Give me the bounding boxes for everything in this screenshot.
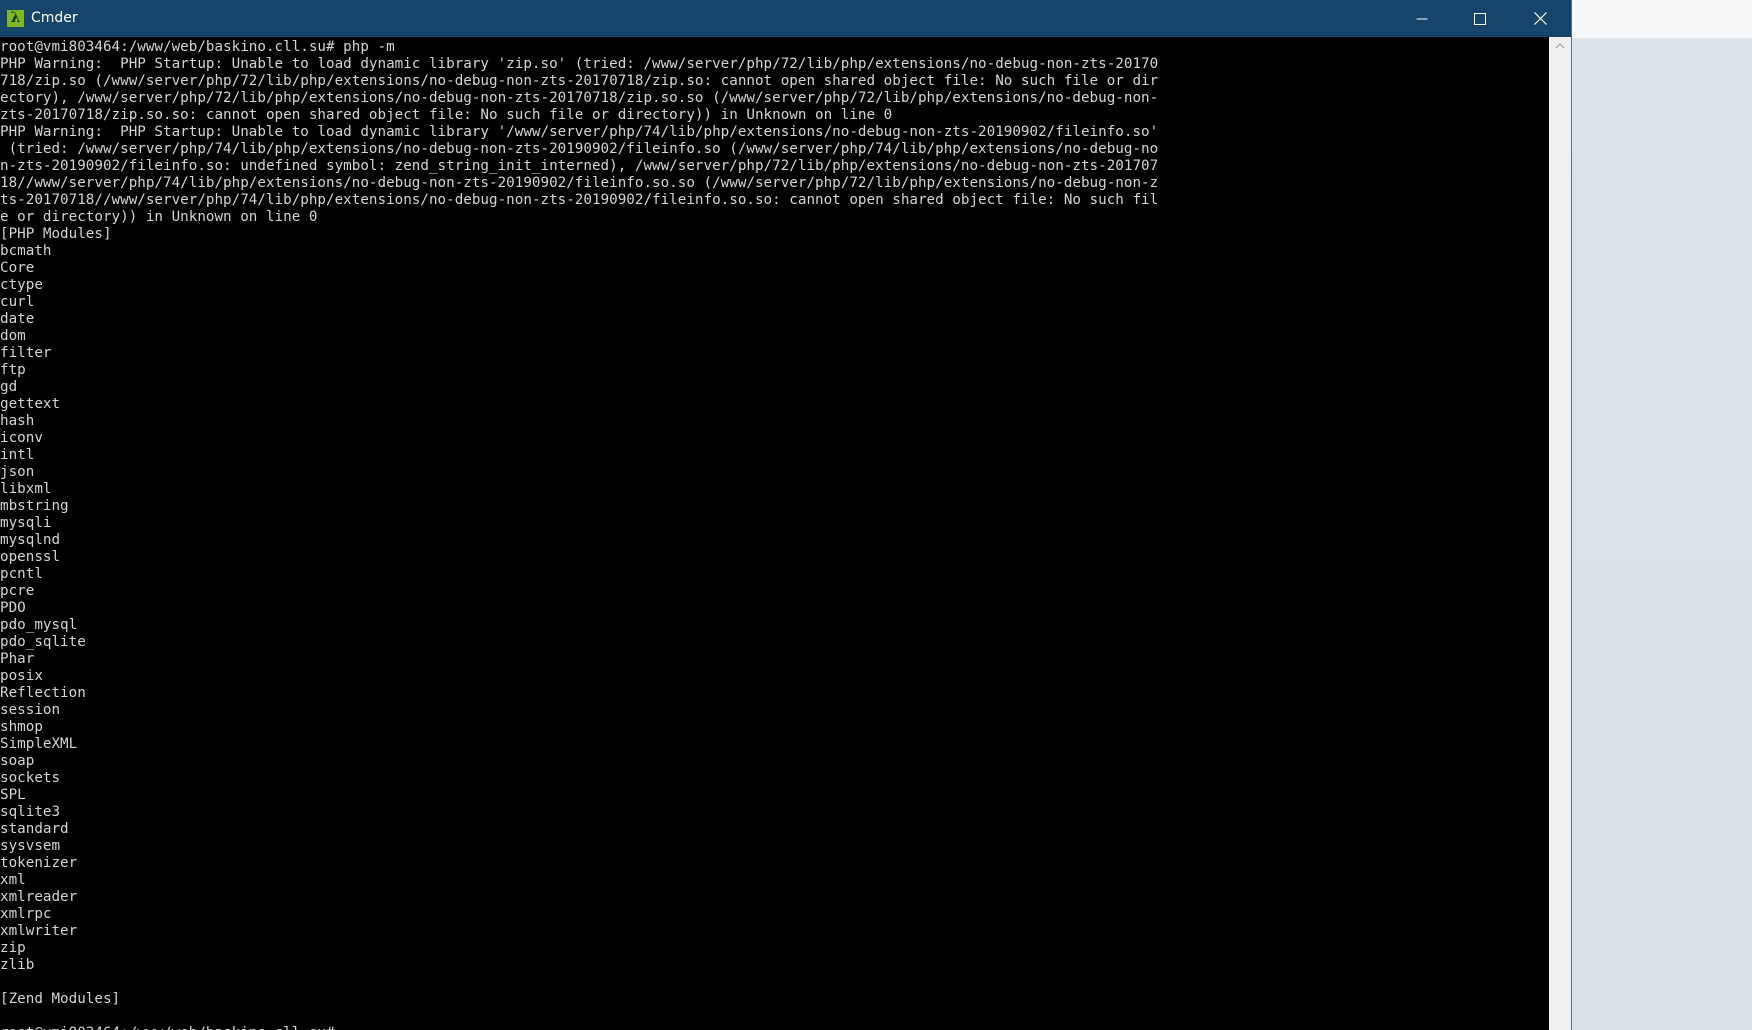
console-line: 718/zip.so (/www/server/php/72/lib/php/e… <box>0 73 1159 89</box>
console-line: root@vmi803464:/www/web/baskino.cll.su# <box>0 1025 335 1030</box>
console-line: zts-20170718/zip.so.so: cannot open shar… <box>0 107 893 123</box>
console-line: 18//www/server/php/74/lib/php/extensions… <box>0 175 1159 191</box>
console-line: Phar <box>0 651 35 667</box>
console-line: ctype <box>0 277 43 293</box>
console-line: xmlreader <box>0 889 78 905</box>
console-line: sysvsem <box>0 838 61 854</box>
console-line: filter <box>0 345 52 361</box>
vertical-scrollbar[interactable] <box>1549 37 1571 1030</box>
console-line: gettext <box>0 396 61 412</box>
minimize-button[interactable] <box>1393 0 1451 37</box>
console-line: dom <box>0 328 26 344</box>
console-line: pdo_sqlite <box>0 634 86 650</box>
console-line: mysqlnd <box>0 532 61 548</box>
console-line: n-zts-20190902/fileinfo.so: undefined sy… <box>0 158 1159 174</box>
console-line: tokenizer <box>0 855 78 871</box>
console-line: soap <box>0 753 35 769</box>
console-line: xml <box>0 872 26 888</box>
cmder-window: λ Cmder root@vmi803464:/www/web/baskino.… <box>0 0 1571 1030</box>
console-line: hash <box>0 413 35 429</box>
console-line: Reflection <box>0 685 86 701</box>
console-line: intl <box>0 447 35 463</box>
console-line: iconv <box>0 430 43 446</box>
console-line: openssl <box>0 549 61 565</box>
console-line: date <box>0 311 35 327</box>
console-line: curl <box>0 294 35 310</box>
console-line: ftp <box>0 362 26 378</box>
console-line: zip <box>0 940 26 956</box>
console-line: PHP Warning: PHP Startup: Unable to load… <box>0 124 1159 140</box>
lambda-icon: λ <box>7 10 24 27</box>
console-line: (tried: /www/server/php/74/lib/php/exten… <box>0 141 1159 157</box>
console-line: e or directory)) in Unknown on line 0 <box>0 209 318 225</box>
console-line: mbstring <box>0 498 69 514</box>
scroll-up-button[interactable] <box>1549 37 1571 55</box>
console-line: PHP Warning: PHP Startup: Unable to load… <box>0 56 1159 72</box>
console-line: SimpleXML <box>0 736 78 752</box>
console-output[interactable]: root@vmi803464:/www/web/baskino.cll.su# … <box>0 37 1549 1030</box>
console-text: root@vmi803464:/www/web/baskino.cll.su# … <box>0 37 1549 1030</box>
maximize-button[interactable] <box>1451 0 1509 37</box>
console-line: mysqli <box>0 515 52 531</box>
console-line: root@vmi803464:/www/web/baskino.cll.su# … <box>0 39 395 55</box>
console-line: xmlwriter <box>0 923 78 939</box>
console-line: sqlite3 <box>0 804 61 820</box>
console-line: pdo_mysql <box>0 617 78 633</box>
title-bar[interactable]: λ Cmder <box>0 0 1571 37</box>
console-line: [Zend Modules] <box>0 991 121 1007</box>
scroll-up-icon <box>1555 43 1565 49</box>
console-line: ts-20170718//www/server/php/74/lib/php/e… <box>0 192 1159 208</box>
window-title: Cmder <box>31 10 78 26</box>
close-icon <box>1534 12 1547 25</box>
console-line: SPL <box>0 787 26 803</box>
console-line: session <box>0 702 61 718</box>
maximize-icon <box>1474 12 1486 25</box>
desktop-background <box>1571 0 1752 1030</box>
console-line: bcmath <box>0 243 52 259</box>
console-line: Core <box>0 260 35 276</box>
console-line: pcre <box>0 583 35 599</box>
console-line: libxml <box>0 481 52 497</box>
console-line: standard <box>0 821 69 837</box>
console-line: xmlrpc <box>0 906 52 922</box>
background-window-strip <box>1571 0 1752 39</box>
close-button[interactable] <box>1510 0 1571 37</box>
minimize-icon <box>1416 18 1428 19</box>
console-line: ectory), /www/server/php/72/lib/php/exte… <box>0 90 1159 106</box>
console-line: posix <box>0 668 43 684</box>
console-line: [PHP Modules] <box>0 226 112 242</box>
console-line: PDO <box>0 600 26 616</box>
console-line: json <box>0 464 35 480</box>
console-line: gd <box>0 379 18 395</box>
console-line: pcntl <box>0 566 43 582</box>
console-line: sockets <box>0 770 61 786</box>
console-line: shmop <box>0 719 43 735</box>
console-line: zlib <box>0 957 35 973</box>
